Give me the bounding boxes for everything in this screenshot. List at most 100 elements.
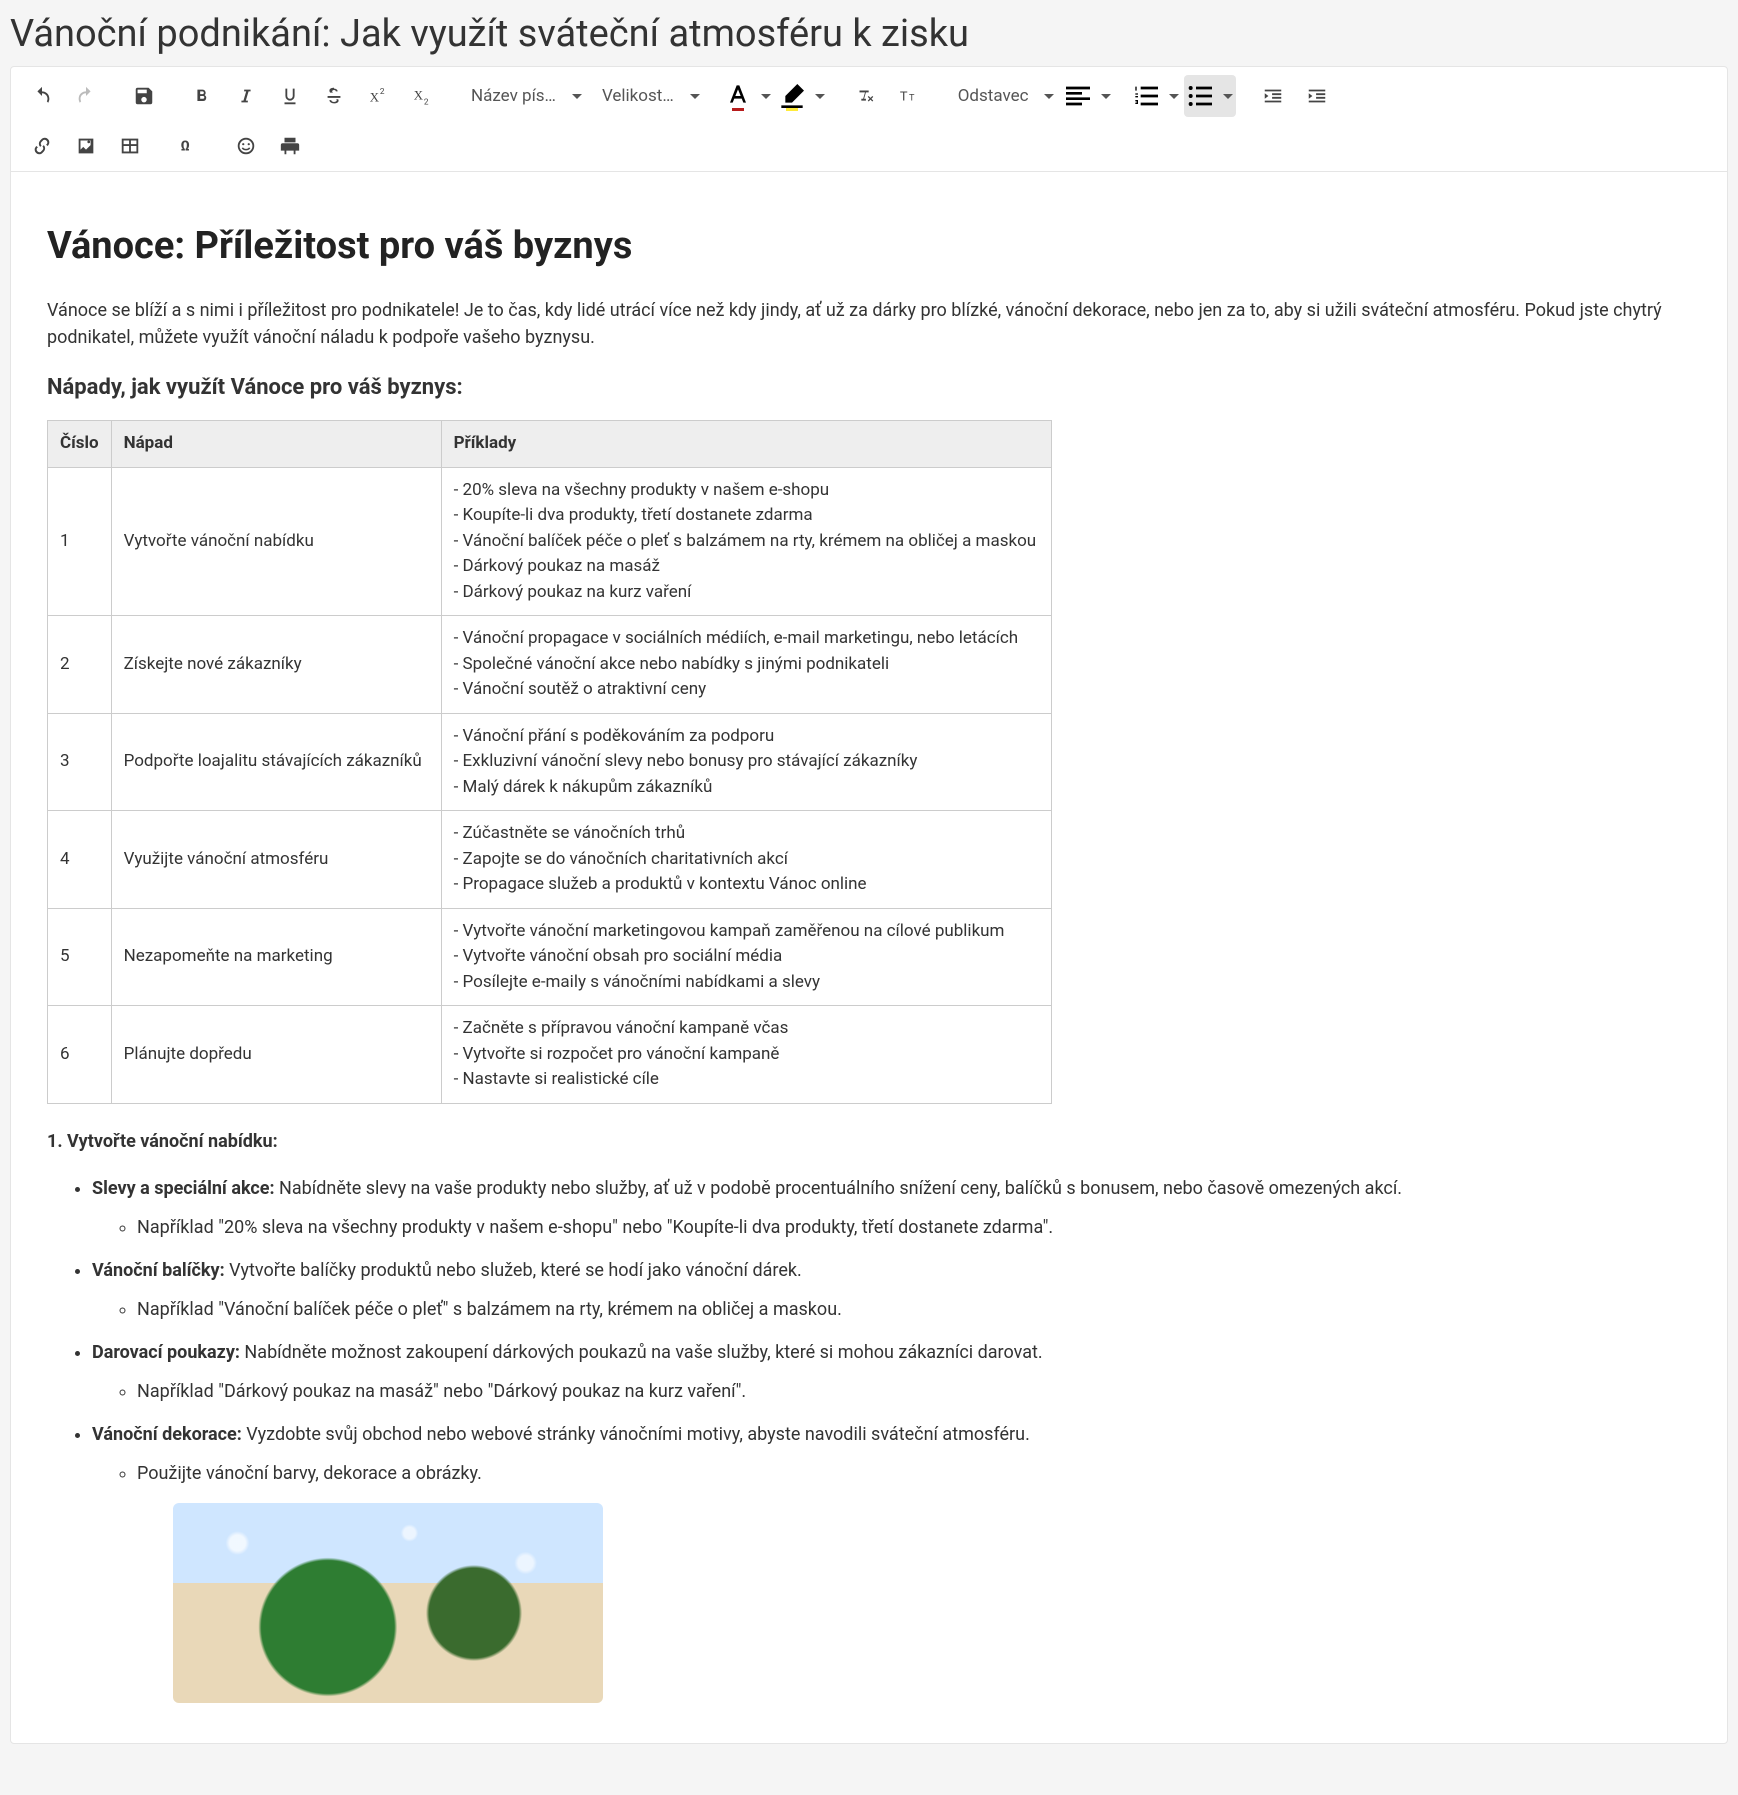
list-item-text: Nabídněte možnost zakoupení dárkových po… (240, 1342, 1043, 1363)
clear-formatting-button[interactable] (844, 75, 886, 117)
cell-examples: - 20% sleva na všechny produkty v našem … (441, 467, 1051, 616)
strikethrough-button[interactable] (313, 75, 355, 117)
chevron-down-icon (815, 94, 825, 99)
text-case-button[interactable]: TT (888, 75, 930, 117)
list-item-text: Nabídněte slevy na vaše produkty nebo sl… (275, 1178, 1402, 1199)
cell-examples: - Zúčastněte se vánočních trhů - Zapojte… (441, 811, 1051, 909)
section-lead: 1. Vytvořte vánoční nabídku: (47, 1128, 1691, 1155)
cell-number: 1 (48, 467, 112, 616)
ordered-list-button[interactable] (1130, 75, 1182, 117)
svg-text:X: X (414, 89, 424, 103)
block-format-select[interactable]: Odstavec (946, 75, 1061, 117)
list-item-lead: Slevy a speciální akce: (92, 1178, 275, 1199)
doc-heading: Vánoce: Příležitost pro váš byznys (47, 218, 1691, 275)
align-button[interactable] (1062, 75, 1114, 117)
font-size-select[interactable]: Velikost… (590, 75, 706, 117)
cell-number: 6 (48, 1006, 112, 1104)
cell-examples: - Vánoční přání s poděkováním za podporu… (441, 713, 1051, 811)
sub-list-item: Například "Vánoční balíček péče o pleť" … (137, 1296, 1691, 1323)
list-item-lead: Vánoční dekorace: (92, 1424, 242, 1445)
editor-content[interactable]: Vánoce: Příležitost pro váš byznys Vánoc… (11, 172, 1727, 1743)
chevron-down-icon (1223, 94, 1233, 99)
sub-list-item: Použijte vánoční barvy, dekorace a obráz… (137, 1460, 1691, 1487)
christmas-image (173, 1503, 603, 1703)
subscript-button[interactable]: X2 (401, 75, 443, 117)
table-row: 1Vytvořte vánoční nabídku- 20% sleva na … (48, 467, 1052, 616)
italic-button[interactable] (225, 75, 267, 117)
sub-list: Například "20% sleva na všechny produkty… (92, 1214, 1691, 1241)
ideas-table: Číslo Nápad Příklady 1Vytvořte vánoční n… (47, 420, 1052, 1104)
sub-list-item: Například "Dárkový poukaz na masáž" nebo… (137, 1378, 1691, 1405)
unordered-list-button[interactable] (1184, 75, 1236, 117)
underline-button[interactable] (269, 75, 311, 117)
chevron-down-icon (690, 94, 700, 99)
print-button[interactable] (269, 125, 311, 167)
cell-idea: Vytvořte vánoční nabídku (111, 467, 441, 616)
undo-button[interactable] (21, 75, 63, 117)
highlight-color-button[interactable] (776, 75, 828, 117)
list-item-text: Vytvořte balíčky produktů nebo služeb, k… (225, 1260, 802, 1281)
chevron-down-icon (1101, 94, 1111, 99)
doc-intro: Vánoce se blíží a s nimi i příležitost p… (47, 297, 1691, 351)
sub-list: Například "Dárkový poukaz na masáž" nebo… (92, 1378, 1691, 1405)
svg-text:X: X (370, 91, 380, 105)
bold-button[interactable] (181, 75, 223, 117)
chevron-down-icon (1044, 94, 1054, 99)
cell-idea: Podpořte loajalitu stávajících zákazníků (111, 713, 441, 811)
cell-idea: Plánujte dopředu (111, 1006, 441, 1104)
save-button[interactable] (123, 75, 165, 117)
svg-text:2: 2 (380, 87, 385, 97)
svg-text:T: T (909, 94, 915, 104)
svg-text:Ω: Ω (181, 139, 190, 155)
block-format-label: Odstavec (958, 86, 1029, 106)
chevron-down-icon (572, 94, 582, 99)
special-char-button[interactable]: Ω (167, 125, 209, 167)
table-button[interactable] (109, 125, 151, 167)
table-row: 3Podpořte loajalitu stávajících zákazník… (48, 713, 1052, 811)
sub-list-item: Například "20% sleva na všechny produkty… (137, 1214, 1691, 1241)
emoji-button[interactable] (225, 125, 267, 167)
sub-list: Například "Vánoční balíček péče o pleť" … (92, 1296, 1691, 1323)
list-item-lead: Vánoční balíčky: (92, 1260, 225, 1281)
table-header-row: Číslo Nápad Příklady (48, 421, 1052, 468)
list-item: Darovací poukazy: Nabídněte možnost zako… (92, 1339, 1691, 1405)
cell-number: 5 (48, 908, 112, 1006)
outdent-button[interactable] (1252, 75, 1294, 117)
bullet-list: Slevy a speciální akce: Nabídněte slevy … (47, 1175, 1691, 1487)
table-row: 4Využijte vánoční atmosféru- Zúčastněte … (48, 811, 1052, 909)
font-size-label: Velikost… (602, 86, 674, 106)
cell-examples: - Začněte s přípravou vánoční kampaně vč… (441, 1006, 1051, 1104)
cell-examples: - Vánoční propagace v sociálních médiích… (441, 616, 1051, 714)
cell-number: 2 (48, 616, 112, 714)
table-row: 2Získejte nové zákazníky- Vánoční propag… (48, 616, 1052, 714)
superscript-button[interactable]: X2 (357, 75, 399, 117)
svg-text:T: T (900, 90, 908, 105)
chevron-down-icon (761, 94, 771, 99)
chevron-down-icon (1169, 94, 1179, 99)
th-idea: Nápad (111, 421, 441, 468)
table-row: 6Plánujte dopředu- Začněte s přípravou v… (48, 1006, 1052, 1104)
redo-button[interactable] (65, 75, 107, 117)
editor: X2 X2 Název pís… Velikost… TT Odstavec Ω… (10, 66, 1728, 1744)
list-item: Vánoční dekorace: Vyzdobte svůj obchod n… (92, 1421, 1691, 1487)
list-item: Slevy a speciální akce: Nabídněte slevy … (92, 1175, 1691, 1241)
cell-idea: Nezapomeňte na marketing (111, 908, 441, 1006)
font-family-select[interactable]: Název pís… (459, 75, 588, 117)
svg-text:2: 2 (424, 97, 429, 107)
image-button[interactable] (65, 125, 107, 167)
font-color-button[interactable] (722, 75, 774, 117)
th-examples: Příklady (441, 421, 1051, 468)
toolbar: X2 X2 Název pís… Velikost… TT Odstavec Ω (11, 67, 1727, 172)
th-number: Číslo (48, 421, 112, 468)
font-family-label: Název pís… (471, 86, 556, 106)
cell-idea: Využijte vánoční atmosféru (111, 811, 441, 909)
cell-idea: Získejte nové zákazníky (111, 616, 441, 714)
table-row: 5Nezapomeňte na marketing- Vytvořte váno… (48, 908, 1052, 1006)
list-item-text: Vyzdobte svůj obchod nebo webové stránky… (242, 1424, 1030, 1445)
doc-subheading: Nápady, jak využít Vánoce pro váš byznys… (47, 371, 1691, 404)
sub-list: Použijte vánoční barvy, dekorace a obráz… (92, 1460, 1691, 1487)
indent-button[interactable] (1296, 75, 1338, 117)
page-title: Vánoční podnikání: Jak využít sváteční a… (0, 0, 1738, 66)
cell-number: 4 (48, 811, 112, 909)
link-button[interactable] (21, 125, 63, 167)
